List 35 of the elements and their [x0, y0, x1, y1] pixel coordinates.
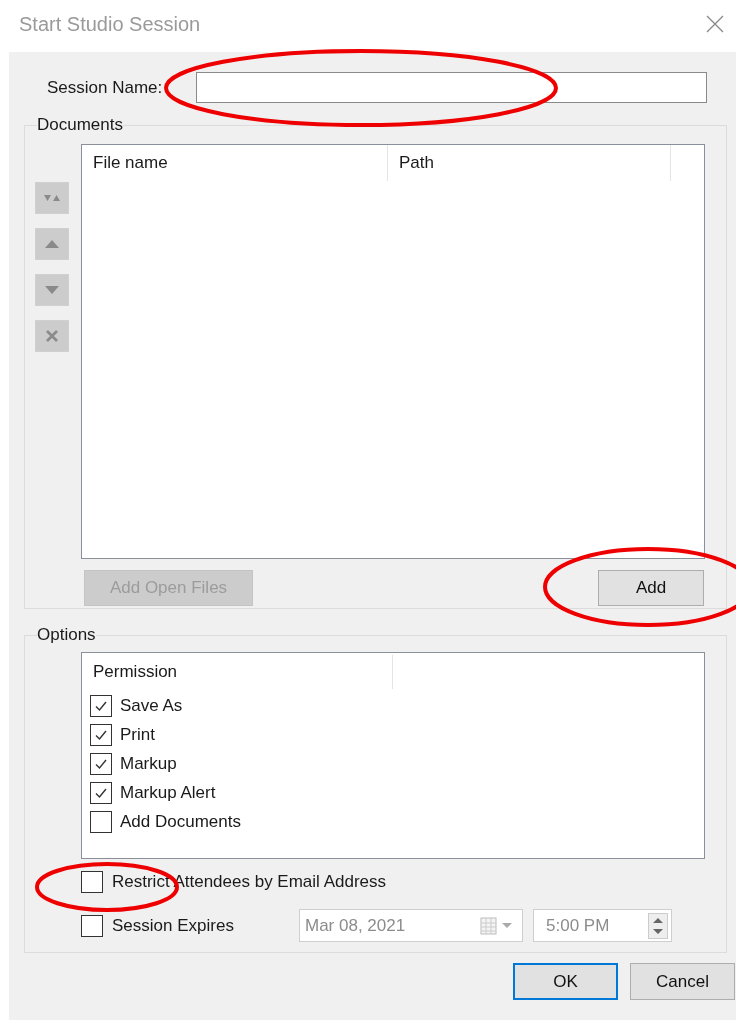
close-icon — [706, 15, 724, 33]
time-value: 5:00 PM — [546, 915, 610, 936]
checkbox[interactable] — [81, 871, 103, 893]
ok-button[interactable]: OK — [513, 963, 618, 1000]
swap-icon — [44, 195, 60, 201]
delete-icon — [46, 330, 58, 342]
column-header[interactable]: Permission — [90, 655, 393, 689]
field-label: Session Name: — [47, 77, 164, 98]
down-arrow-icon — [45, 286, 59, 294]
window-title: Start Studio Session — [19, 12, 201, 36]
add-button[interactable]: Add — [598, 570, 704, 606]
column-header[interactable]: File name — [82, 145, 388, 181]
group-title: Documents — [37, 115, 123, 135]
checkbox-label: Session Expires — [112, 915, 235, 936]
file-list[interactable]: File name Path — [81, 144, 705, 559]
session-name-field[interactable] — [196, 72, 707, 103]
permission-list[interactable]: Permission Save As Print Markup Markup Alert Add Documents — [81, 652, 705, 859]
checkbox-label: Print — [120, 724, 155, 745]
checkbox[interactable] — [90, 723, 112, 746]
checkbox[interactable] — [90, 781, 112, 804]
checkbox-label: Markup — [120, 753, 177, 774]
close-button[interactable] — [706, 15, 724, 33]
calendar-dropdown-icon — [480, 916, 514, 935]
cancel-button[interactable]: Cancel — [630, 963, 735, 1000]
group-title: Options — [37, 625, 96, 645]
checkbox-label: Add Documents — [120, 811, 241, 832]
checkbox[interactable] — [90, 810, 112, 833]
column-header[interactable]: Path — [388, 145, 671, 181]
checkbox-label: Markup Alert — [120, 782, 216, 803]
date-value: Mar 08, 2021 — [305, 915, 406, 936]
spinner-icon — [648, 912, 668, 939]
checkbox[interactable] — [90, 752, 112, 775]
up-arrow-icon — [45, 240, 59, 248]
checkbox[interactable] — [90, 694, 112, 717]
checkbox-label: Save As — [120, 695, 183, 716]
